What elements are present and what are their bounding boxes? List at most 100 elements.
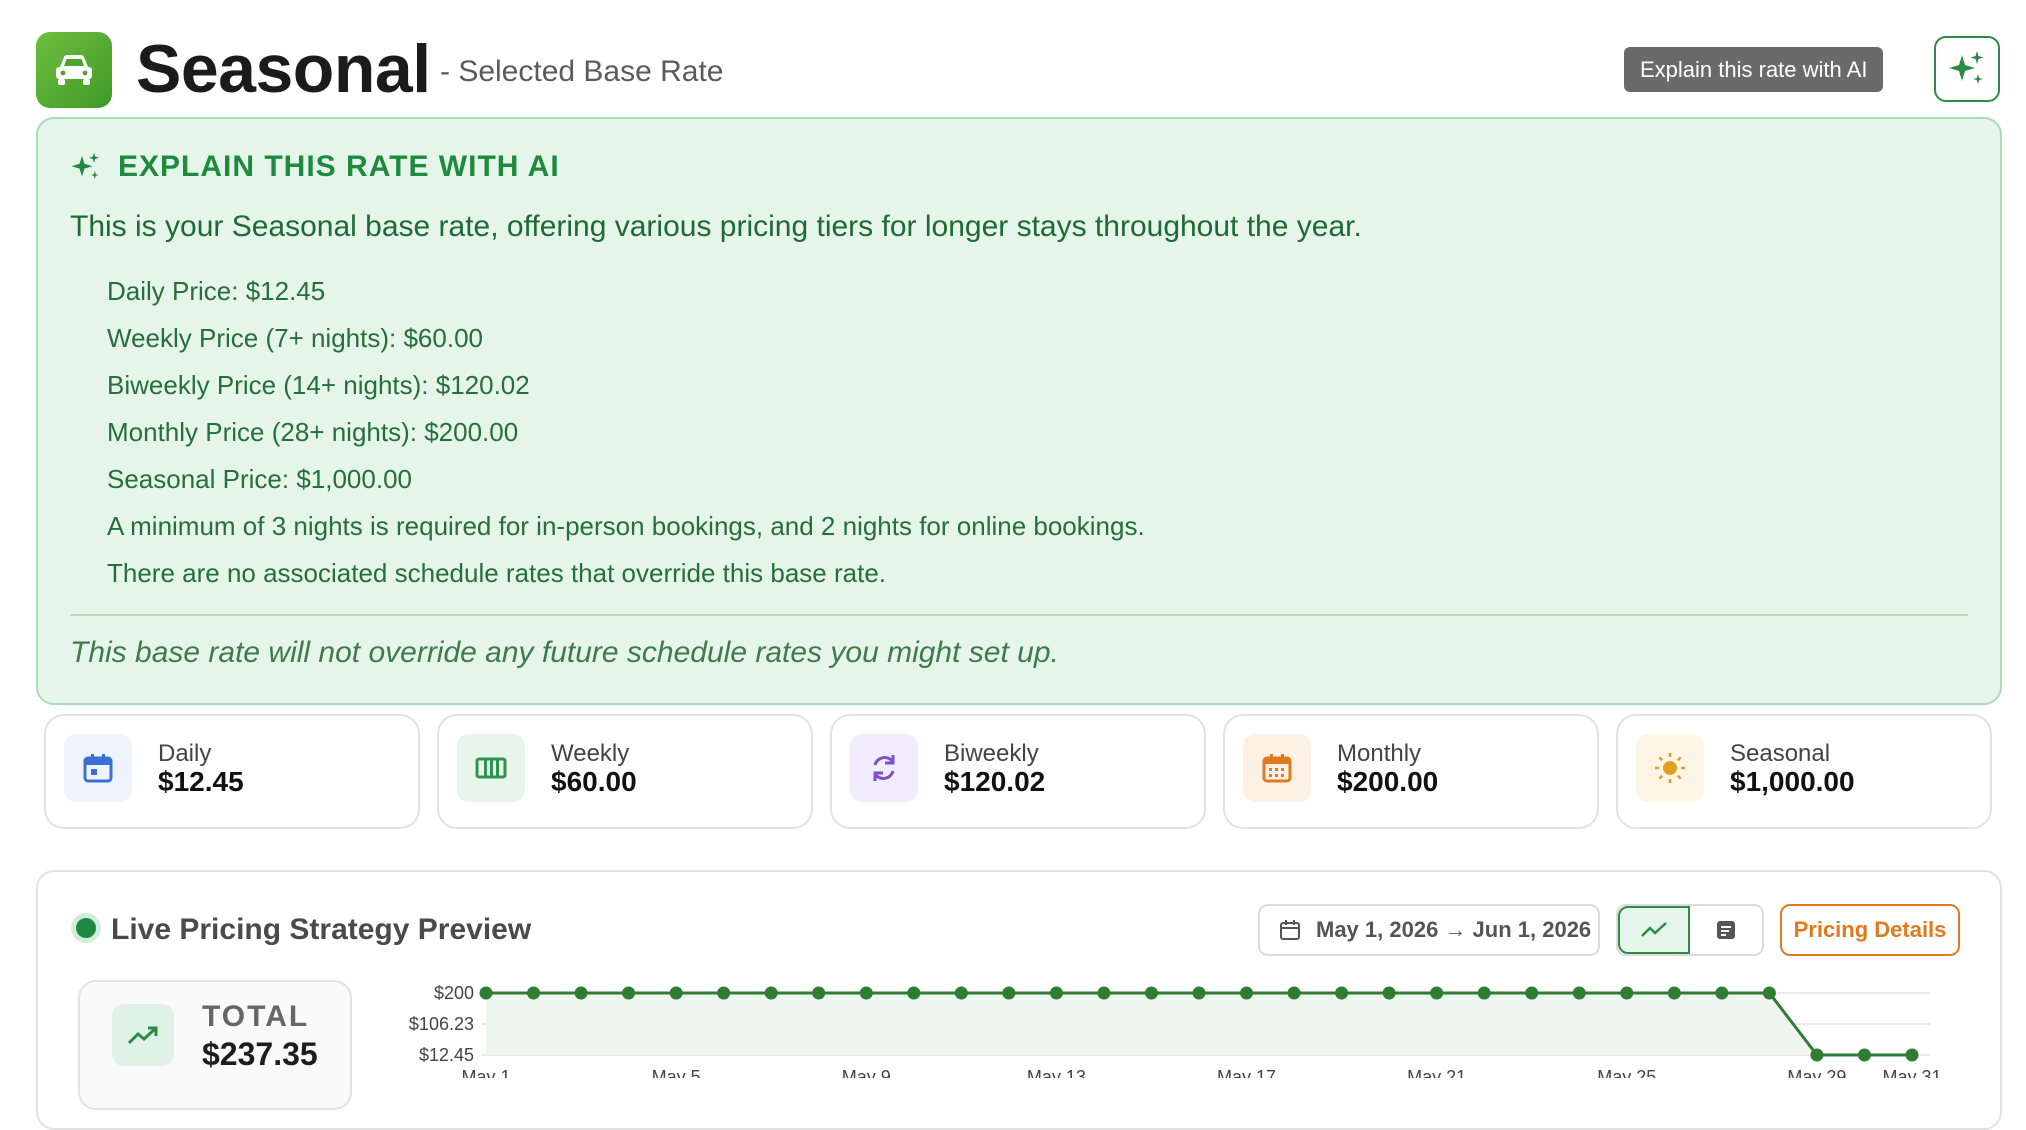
ai-summary: This is your Seasonal base rate, offerin… xyxy=(70,210,1362,243)
data-point xyxy=(1240,986,1254,1000)
ai-panel-heading-text: EXPLAIN THIS RATE WITH AI xyxy=(118,150,560,183)
data-point xyxy=(1382,986,1396,1000)
stat-card-biweekly: Biweekly $120.02 xyxy=(830,714,1206,829)
x-tick-label: May 25 xyxy=(1597,1067,1656,1078)
ai-footnote: This base rate will not override any fut… xyxy=(70,636,1059,669)
x-tick-label: May 5 xyxy=(652,1067,701,1078)
calendar-day-icon xyxy=(64,734,132,802)
total-label: TOTAL xyxy=(202,1000,310,1033)
calendar-week-icon xyxy=(457,734,525,802)
data-point xyxy=(1430,986,1444,1000)
data-point xyxy=(907,986,921,1000)
x-tick-label: May 13 xyxy=(1027,1067,1086,1078)
preview-title: Live Pricing Strategy Preview xyxy=(111,913,532,946)
x-tick-label: May 31 xyxy=(1882,1067,1940,1078)
sparkles-icon xyxy=(71,152,100,179)
data-point xyxy=(1002,986,1016,1000)
stat-label: Seasonal xyxy=(1730,740,1831,767)
data-point xyxy=(1477,986,1491,1000)
data-point xyxy=(669,986,683,1000)
data-point xyxy=(527,986,541,1000)
data-point xyxy=(859,986,873,1000)
stat-card-daily: Daily $12.45 xyxy=(44,714,420,829)
stat-value: $1,000.00 xyxy=(1730,766,1855,797)
data-point xyxy=(622,986,636,1000)
x-tick-label: May 9 xyxy=(842,1067,891,1078)
sparkles-icon xyxy=(1949,51,1984,84)
ai-tooltip: Explain this rate with AI xyxy=(1624,47,1884,92)
refresh-icon xyxy=(850,734,918,802)
calendar-month-icon xyxy=(1243,734,1311,802)
date-range-picker[interactable]: May 1, 2026 → Jun 1, 2026 xyxy=(1258,904,1600,956)
data-point xyxy=(1667,986,1681,1000)
chart-area xyxy=(486,993,1912,1055)
data-point xyxy=(1762,986,1776,1000)
live-indicator xyxy=(76,918,96,938)
stat-value: $200.00 xyxy=(1337,766,1439,797)
details-view-button[interactable] xyxy=(1690,906,1762,954)
data-point xyxy=(1525,986,1539,1000)
y-tick-label: $200 xyxy=(434,983,474,1003)
data-point xyxy=(812,986,826,1000)
data-point xyxy=(574,986,588,1000)
calendar-icon xyxy=(1280,920,1300,940)
data-point xyxy=(1810,1048,1824,1062)
pricing-line-chart: $200 $106.23 $12.45 May 1 May 5 May 9 May 13 Ma… xyxy=(409,983,1940,1078)
stat-card-seasonal: Seasonal $1,000.00 xyxy=(1616,714,1992,829)
data-point xyxy=(1287,986,1301,1000)
stat-label: Monthly xyxy=(1337,740,1422,767)
ai-detail-line: A minimum of 3 nights is required for in… xyxy=(107,511,1145,541)
data-point xyxy=(1620,986,1634,1000)
stat-value: $60.00 xyxy=(551,766,637,797)
stat-label: Daily xyxy=(158,740,212,767)
stat-label: Biweekly xyxy=(944,740,1039,767)
ai-detail-line: Monthly Price (28+ nights): $200.00 xyxy=(107,417,519,447)
stat-value: $12.45 xyxy=(158,766,244,797)
view-toggle[interactable] xyxy=(1616,904,1764,956)
x-tick-label: May 17 xyxy=(1217,1067,1276,1078)
data-point xyxy=(954,986,968,1000)
ai-detail-line: Weekly Price (7+ nights): $60.00 xyxy=(107,323,483,353)
data-point xyxy=(1049,986,1063,1000)
ai-detail-line: There are no associated schedule rates t… xyxy=(107,558,886,588)
y-tick-label: $106.23 xyxy=(409,1014,474,1034)
page-subtitle: - Selected Base Rate xyxy=(440,55,724,88)
divider xyxy=(70,614,1968,616)
trending-up-icon xyxy=(112,1004,174,1066)
data-point xyxy=(1144,986,1158,1000)
data-point xyxy=(1192,986,1206,1000)
trend-line-icon xyxy=(1641,922,1667,937)
x-tick-label: May 29 xyxy=(1787,1067,1846,1078)
data-point xyxy=(479,986,493,1000)
data-point xyxy=(1857,1048,1871,1062)
ai-detail-line: Biweekly Price (14+ nights): $120.02 xyxy=(107,370,530,400)
y-tick-label: $12.45 xyxy=(419,1045,474,1065)
app-icon xyxy=(36,32,112,108)
data-point xyxy=(1572,986,1586,1000)
x-tick-label: May 21 xyxy=(1407,1067,1466,1078)
ai-detail-line: Seasonal Price: $1,000.00 xyxy=(107,464,412,494)
x-tick-label: May 1 xyxy=(461,1067,510,1078)
data-point xyxy=(764,986,778,1000)
data-point xyxy=(1715,986,1729,1000)
data-point xyxy=(1097,986,1111,1000)
stat-value: $120.02 xyxy=(944,766,1046,797)
ai-detail-line: Daily Price: $12.45 xyxy=(107,276,326,306)
explain-ai-button[interactable] xyxy=(1934,36,2000,102)
data-point xyxy=(717,986,731,1000)
page-title: Seasonal xyxy=(136,31,431,107)
stat-label: Weekly xyxy=(551,740,630,767)
data-point xyxy=(1905,1048,1919,1062)
chart-view-button[interactable] xyxy=(1618,906,1690,954)
stat-card-weekly: Weekly $60.00 xyxy=(437,714,813,829)
total-card: TOTAL $237.35 xyxy=(78,980,352,1110)
car-icon xyxy=(56,55,92,85)
total-value: $237.35 xyxy=(202,1036,318,1072)
sun-icon xyxy=(1636,734,1704,802)
stat-card-monthly: Monthly $200.00 xyxy=(1223,714,1599,829)
ai-explanation-panel xyxy=(36,117,2002,705)
pricing-details-button[interactable]: Pricing Details xyxy=(1780,904,1960,956)
list-icon xyxy=(1717,921,1735,939)
ai-panel-heading: EXPLAIN THIS RATE WITH AI xyxy=(70,150,560,184)
data-point xyxy=(1335,986,1349,1000)
